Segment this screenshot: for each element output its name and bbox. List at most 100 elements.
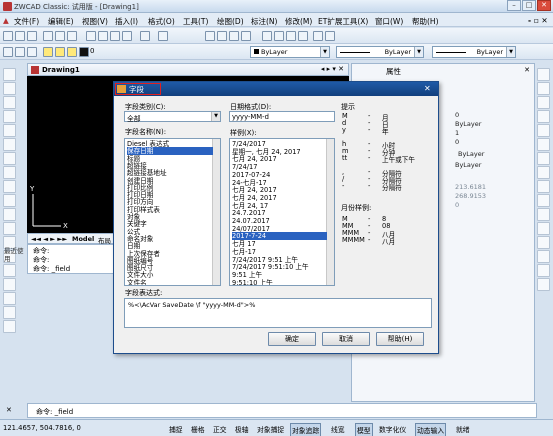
tab-model[interactable]: Model [72,235,94,243]
stretch-icon[interactable] [537,180,550,193]
insert-block-icon[interactable] [3,222,16,235]
print-icon[interactable] [43,31,53,41]
menu-modify[interactable]: 修改(M) [285,16,312,27]
rectangle-icon[interactable] [3,124,16,137]
status-polar[interactable]: 极轴 [234,423,250,435]
undo-icon[interactable] [140,31,150,41]
cut-icon[interactable] [86,31,96,41]
print-preview-icon[interactable] [55,31,65,41]
rotate-icon[interactable] [537,152,550,165]
hatch-icon[interactable] [3,264,16,277]
new-icon[interactable] [3,31,13,41]
menu-draw[interactable]: 绘图(D) [217,16,244,27]
scrollbar[interactable] [212,139,220,285]
linetype-combo[interactable]: ByLayer ▼ [336,46,424,58]
ellipse-icon[interactable] [3,194,16,207]
dialog-title-bar[interactable]: 字段 ✕ [114,82,438,96]
date-format-input[interactable]: yyyy-MM-d [229,111,335,122]
open-icon[interactable] [15,31,25,41]
save-icon[interactable] [27,31,37,41]
zoom-previous-icon[interactable] [241,31,251,41]
doc-window-controls[interactable]: - ▫ ✕ [528,16,548,25]
ellipse-arc-icon[interactable] [3,208,16,221]
status-dynamic-input[interactable]: 动态输入 [415,423,447,436]
tab-nav-arrows[interactable]: ◄◄ ◄ ► ►► [31,235,67,243]
status-grid[interactable]: 栅格 [190,423,206,435]
help-button[interactable]: 帮助(H) [376,332,424,346]
status-otrack[interactable]: 对象追踪 [290,423,322,436]
lineweight-combo[interactable]: ByLayer ▼ [432,46,516,58]
menu-format[interactable]: 格式(O) [148,16,175,27]
properties-close-icon[interactable]: ✕ [524,66,530,74]
gradient-icon[interactable] [3,278,16,291]
calculator-icon[interactable] [298,31,308,41]
drawing-tab[interactable]: Drawing1 ◂ ▸ ▾ ✕ [27,63,349,76]
status-osnap[interactable]: 对象捕捉 [256,423,285,435]
redo-icon[interactable] [158,31,168,41]
polygon-icon[interactable] [3,110,16,123]
doc-menu-icon[interactable]: ▲ [3,16,9,25]
break-icon[interactable] [537,222,550,235]
example-item[interactable]: 9:51:10 上午 [232,279,327,285]
layer-manager-icon[interactable] [3,47,13,57]
menu-help[interactable]: 帮助(H) [412,16,439,27]
status-tablet[interactable]: 数字化仪 [378,423,407,435]
zoom-realtime-icon[interactable] [217,31,227,41]
array-icon[interactable] [537,124,550,137]
fillet-icon[interactable] [537,264,550,277]
tool-palettes-icon[interactable] [286,31,296,41]
polyline-icon[interactable] [3,96,16,109]
status-lineweight[interactable]: 线宽 [330,423,346,435]
menu-edit[interactable]: 编辑(E) [48,16,74,27]
paste-icon[interactable] [110,31,120,41]
field-names-list[interactable]: Diesel 表达式 保存日期 标题 超链接 超链接基地址 创建日期 打印比例 打印日期 打印方… [124,138,221,286]
copy-object-icon[interactable] [537,82,550,95]
extend-icon[interactable] [537,208,550,221]
join-icon[interactable] [537,236,550,249]
offset-icon[interactable] [537,110,550,123]
cancel-button[interactable]: 取消 [322,332,370,346]
lock-icon[interactable] [67,47,77,57]
drawing-window-controls[interactable]: ◂ ▸ ▾ ✕ [321,65,344,73]
menu-dimension[interactable]: 标注(N) [251,16,277,27]
match-properties-icon[interactable] [122,31,132,41]
publish-icon[interactable] [67,31,77,41]
chamfer-icon[interactable] [537,250,550,263]
category-select[interactable]: 全部 ▼ [124,111,221,123]
explode-icon[interactable] [537,278,550,291]
zoom-icon[interactable] [313,31,323,41]
close-icon[interactable]: ✕ [424,84,431,93]
layer-state-icon[interactable] [15,47,25,57]
copy-icon[interactable] [98,31,108,41]
region-icon[interactable] [3,292,16,305]
multiline-text-icon[interactable] [3,320,16,333]
help-icon[interactable] [325,31,335,41]
revision-cloud-icon[interactable] [3,166,16,179]
field-name-item[interactable]: 文件名 [127,279,213,285]
menu-window[interactable]: 窗口(W) [375,16,403,27]
move-icon[interactable] [537,138,550,151]
layer-previous-icon[interactable] [27,47,37,57]
ok-button[interactable]: 确定 [268,332,316,346]
trim-icon[interactable] [537,194,550,207]
maximize-button[interactable]: □ [522,0,536,11]
command-line[interactable]: ✕ 命令: _field [6,403,537,418]
menu-et-tools[interactable]: ET扩展工具(X) [318,16,368,27]
circle-icon[interactable] [3,152,16,165]
scrollbar[interactable] [326,139,334,285]
menu-insert[interactable]: 插入(I) [115,16,138,27]
erase-icon[interactable] [537,68,550,81]
mirror-icon[interactable] [537,96,550,109]
pan-icon[interactable] [205,31,215,41]
menu-tools[interactable]: 工具(T) [183,16,208,27]
status-snap[interactable]: 捕捉 [168,423,184,435]
line-icon[interactable] [3,68,16,81]
lightbulb-icon[interactable] [43,47,53,57]
field-expression-box[interactable]: %<\AcVar SaveDate \f "yyyy-MM-d">% [124,298,432,328]
table-icon[interactable] [3,306,16,319]
sun-icon[interactable] [55,47,65,57]
layer-color-icon[interactable] [79,47,89,57]
status-model[interactable]: 模型 [355,423,373,436]
arc-icon[interactable] [3,138,16,151]
color-combo[interactable]: ByLayer ▼ [250,46,330,58]
